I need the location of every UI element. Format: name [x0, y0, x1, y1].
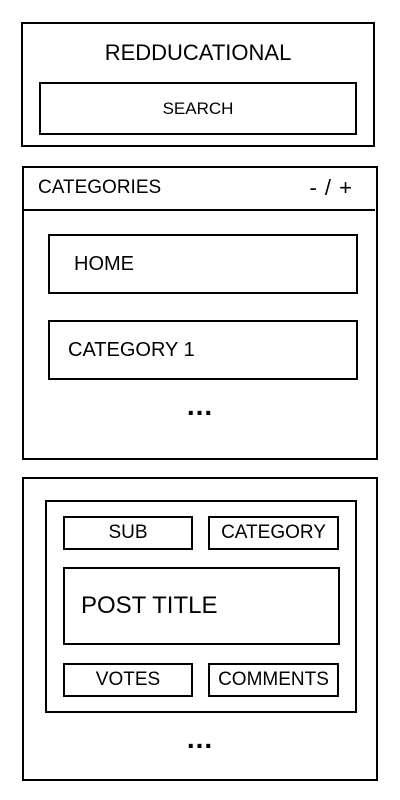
post-title[interactable]: POST TITLE — [63, 567, 340, 645]
header-panel: REDDUCATIONAL SEARCH — [21, 22, 375, 147]
votes-button[interactable]: VOTES — [63, 663, 193, 697]
comments-button[interactable]: COMMENTS — [208, 663, 339, 697]
posts-panel: SUB CATEGORY POST TITLE VOTES COMMENTS .… — [22, 477, 378, 781]
category-item-category-1[interactable]: CATEGORY 1 — [48, 320, 358, 380]
posts-more-indicator: ... — [186, 723, 214, 754]
categories-title: CATEGORIES — [38, 177, 162, 198]
app-title: REDDUCATIONAL — [104, 40, 292, 65]
categories-toggle-button[interactable]: - / + — [309, 175, 353, 201]
category-tag[interactable]: CATEGORY — [208, 516, 339, 550]
categories-header: CATEGORIES - / + — [24, 168, 375, 211]
sub-tag[interactable]: SUB — [63, 516, 193, 550]
post-card[interactable]: SUB CATEGORY POST TITLE VOTES COMMENTS — [45, 500, 357, 713]
category-item-home[interactable]: HOME — [48, 234, 358, 294]
categories-panel: CATEGORIES - / + HOME CATEGORY 1 ... — [22, 166, 378, 460]
categories-more-indicator: ... — [186, 390, 214, 421]
search-button[interactable]: SEARCH — [39, 82, 357, 135]
